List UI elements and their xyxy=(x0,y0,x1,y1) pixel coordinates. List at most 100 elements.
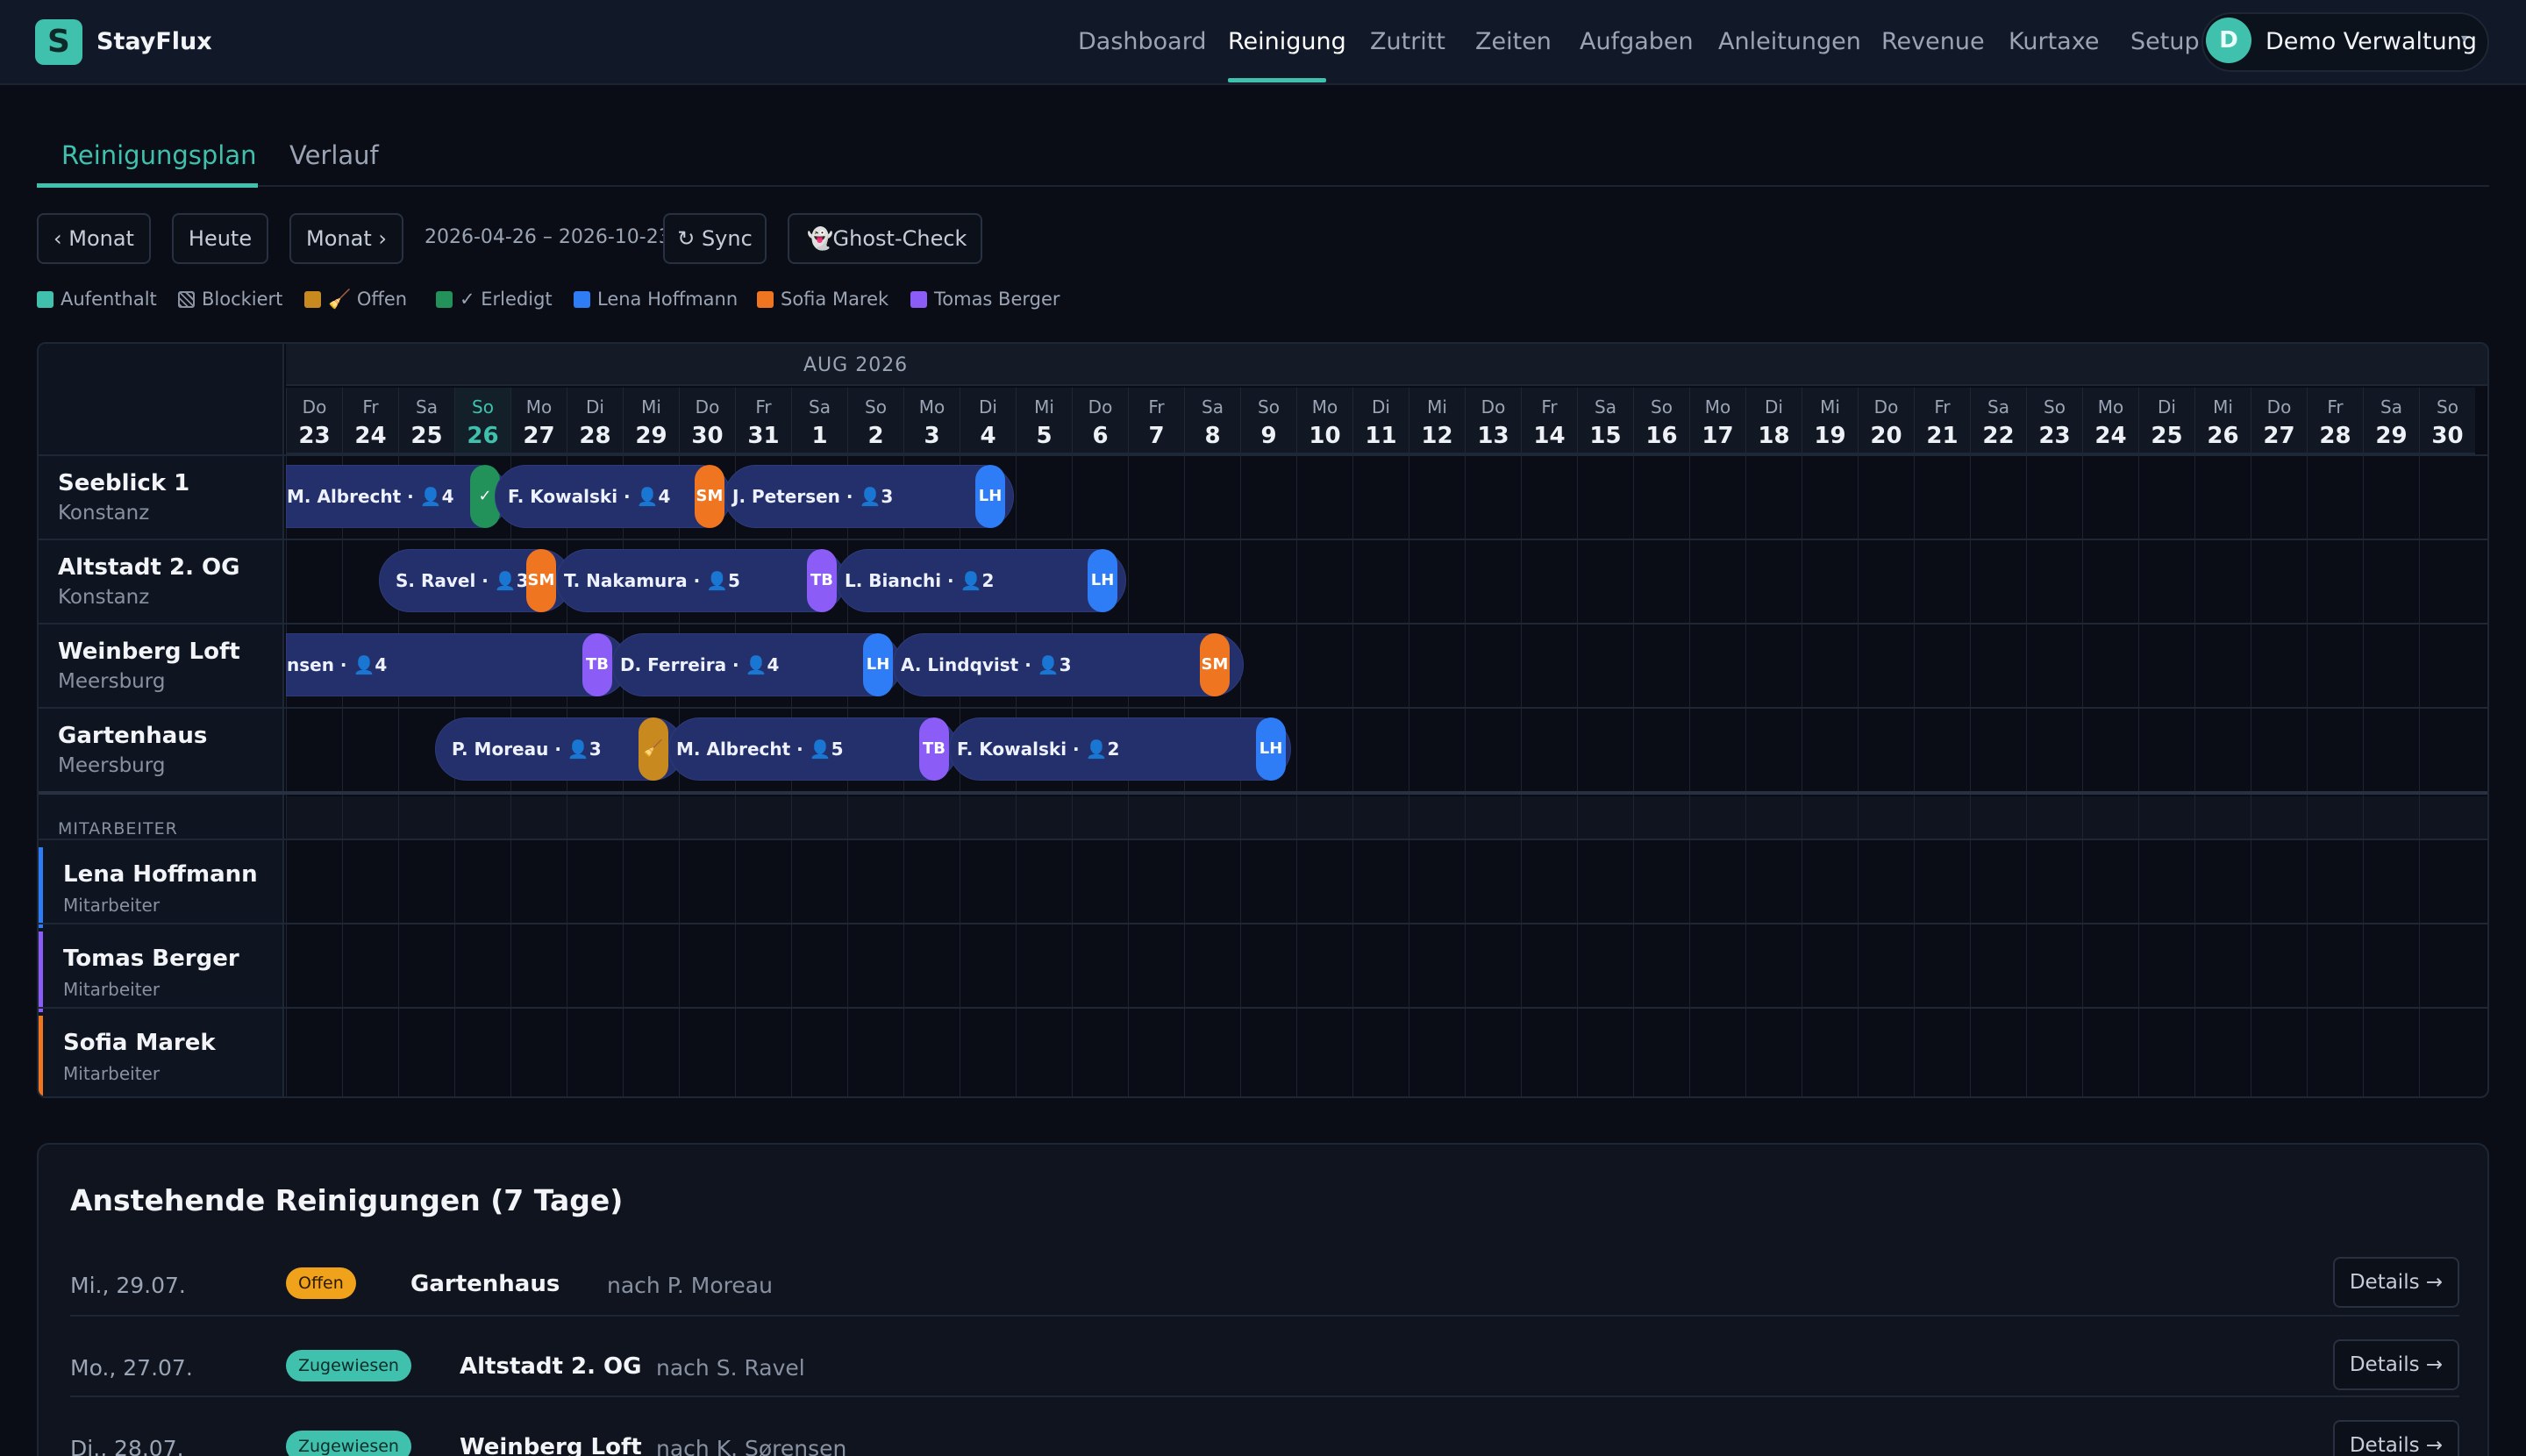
day-name: Mi xyxy=(1034,396,1054,418)
day-name: Sa xyxy=(1202,396,1224,418)
staff-color-bar xyxy=(39,931,43,1012)
property-name[interactable]: Seeblick 1 xyxy=(58,470,189,496)
nav-revenue[interactable]: Revenue xyxy=(1881,28,1985,55)
status-badge: Zugewiesen xyxy=(286,1431,411,1456)
day-number: 19 xyxy=(1814,423,1846,449)
nav-zutritt[interactable]: Zutritt xyxy=(1370,28,1445,55)
stay-bar[interactable]: L. Bianchi · 👤2 xyxy=(837,549,1126,612)
property-name[interactable]: Altstadt 2. OG xyxy=(58,554,239,581)
day-header: Do 23 xyxy=(286,388,342,454)
legend-aufenthalt: Aufenthalt xyxy=(37,289,157,310)
cleaning-chip-sofia[interactable]: SM xyxy=(1200,633,1230,696)
day-name: Di xyxy=(586,396,604,418)
day-name: Fr xyxy=(755,396,772,418)
day-header: Do 27 xyxy=(2251,388,2307,454)
property-name: Altstadt 2. OG xyxy=(460,1353,642,1380)
stayflux-logo-icon[interactable]: S xyxy=(35,19,82,65)
details-button[interactable]: Details → xyxy=(2333,1257,2459,1308)
day-number: 25 xyxy=(410,423,443,449)
staff-name[interactable]: Tomas Berger xyxy=(63,946,239,972)
cleaning-chip-lena[interactable]: LH xyxy=(863,633,893,696)
tab-verlauf[interactable]: Verlauf xyxy=(289,140,379,170)
day-column-line xyxy=(1465,454,1466,1096)
month-header: AUG 2026 xyxy=(286,344,2487,386)
cleaning-chip-lena[interactable]: LH xyxy=(1088,549,1117,612)
sync-button[interactable]: ↻ Sync xyxy=(663,213,767,264)
nav-anleitungen[interactable]: Anleitungen xyxy=(1718,28,1861,55)
property-name[interactable]: Gartenhaus xyxy=(58,723,207,749)
day-column-line xyxy=(1521,454,1522,1096)
details-button[interactable]: Details → xyxy=(2333,1339,2459,1390)
cleaning-chip-lena[interactable]: LH xyxy=(975,465,1005,528)
stay-bar[interactable]: J. Petersen · 👤3 xyxy=(724,465,1014,528)
day-column-line xyxy=(1914,454,1915,1096)
prev-month-button[interactable]: ‹ Monat xyxy=(37,213,151,264)
property-city: Meersburg xyxy=(58,670,166,693)
day-number: 23 xyxy=(298,423,331,449)
cleaning-chip-sofia[interactable]: SM xyxy=(695,465,724,528)
property-name: Gartenhaus xyxy=(410,1271,560,1297)
legend-swatch-hatched xyxy=(178,291,195,308)
today-button[interactable]: Heute xyxy=(172,213,268,264)
nav-reinigung[interactable]: Reinigung xyxy=(1228,28,1346,55)
staff-section-band xyxy=(286,796,2487,839)
property-name[interactable]: Weinberg Loft xyxy=(58,639,240,665)
day-header: Sa 25 xyxy=(398,388,454,454)
day-number: 14 xyxy=(1533,423,1566,449)
day-number: 15 xyxy=(1589,423,1622,449)
cleaning-chip-sofia[interactable]: SM xyxy=(526,549,556,612)
broom-icon[interactable]: 🧹 xyxy=(639,717,668,781)
brand-name[interactable]: StayFlux xyxy=(96,28,212,55)
day-column-line xyxy=(2138,454,2139,1096)
day-number: 9 xyxy=(1260,423,1277,449)
day-name: So xyxy=(472,396,494,418)
day-number: 28 xyxy=(2319,423,2351,449)
cleaning-chip-lena[interactable]: LH xyxy=(1256,717,1286,781)
list-item[interactable]: Mo., 27.07. Zugewiesen Altstadt 2. OG na… xyxy=(70,1331,2459,1411)
stay-bar[interactable]: D. Ferreira · 👤4 xyxy=(612,633,902,696)
day-name: Fr xyxy=(1541,396,1558,418)
cleaning-chip-tomas[interactable]: TB xyxy=(919,717,949,781)
day-name: Sa xyxy=(809,396,831,418)
stay-bar[interactable]: F. Kowalski · 👤2 xyxy=(949,717,1291,781)
tab-reinigungsplan[interactable]: Reinigungsplan xyxy=(61,140,256,170)
property-city: Konstanz xyxy=(58,586,150,609)
nav-zeiten[interactable]: Zeiten xyxy=(1475,28,1552,55)
property-city: Konstanz xyxy=(58,502,150,525)
cleaning-chip-tomas[interactable]: TB xyxy=(807,549,837,612)
cleaning-chip-tomas[interactable]: TB xyxy=(582,633,612,696)
day-name: Sa xyxy=(416,396,438,418)
day-header: So 26 xyxy=(454,388,510,454)
day-column-line xyxy=(1970,454,1971,1096)
staff-name[interactable]: Lena Hoffmann xyxy=(63,861,258,888)
ghost-check-button[interactable]: 👻 Ghost-Check xyxy=(788,213,982,264)
day-name: Mi xyxy=(641,396,661,418)
day-number: 30 xyxy=(691,423,724,449)
day-number: 18 xyxy=(1758,423,1790,449)
day-column-line xyxy=(2082,454,2083,1096)
day-number: 25 xyxy=(2151,423,2183,449)
day-number: 31 xyxy=(747,423,780,449)
day-number: 23 xyxy=(2038,423,2071,449)
stay-bar[interactable]: A. Lindqvist · 👤3 xyxy=(893,633,1244,696)
stay-bar[interactable]: M. Albrecht · 👤5 xyxy=(668,717,958,781)
nav-aufgaben[interactable]: Aufgaben xyxy=(1580,28,1694,55)
staff-name[interactable]: Sofia Marek xyxy=(63,1030,216,1056)
row-divider xyxy=(70,1315,2459,1317)
stay-bar[interactable]: nsen · 👤4 xyxy=(286,633,628,696)
subtab-divider xyxy=(37,185,2489,187)
stay-bar[interactable]: T. Nakamura · 👤5 xyxy=(556,549,846,612)
list-item[interactable]: Di., 28.07. Zugewiesen Weinberg Loft nac… xyxy=(70,1411,2459,1456)
day-header: Mi 5 xyxy=(1016,388,1072,454)
day-name: So xyxy=(2437,396,2458,418)
next-month-button[interactable]: Monat › xyxy=(289,213,403,264)
nav-kurtaxe[interactable]: Kurtaxe xyxy=(2009,28,2099,55)
nav-active-indicator xyxy=(1228,78,1326,82)
day-header: Sa 8 xyxy=(1184,388,1240,454)
list-item[interactable]: Mi., 29.07. Offen Gartenhaus nach P. Mor… xyxy=(70,1248,2459,1329)
staff-section-label: MITARBEITER xyxy=(58,819,178,839)
day-header: Mo 17 xyxy=(1689,388,1745,454)
nav-setup[interactable]: Setup xyxy=(2130,28,2200,55)
details-button[interactable]: Details → xyxy=(2333,1420,2459,1456)
nav-dashboard[interactable]: Dashboard xyxy=(1078,28,1206,55)
